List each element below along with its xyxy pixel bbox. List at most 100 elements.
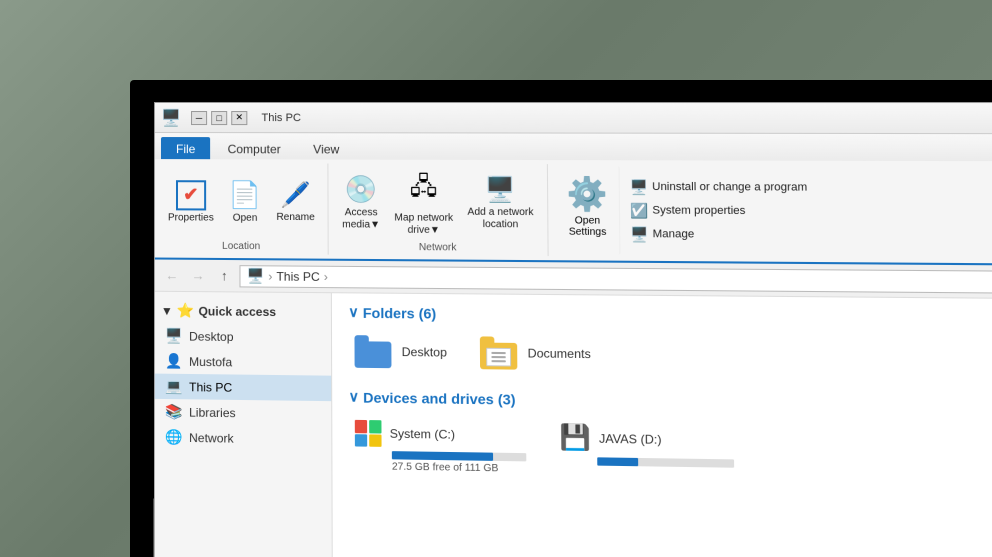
chevron-icon: ▼ bbox=[161, 303, 173, 317]
close-button[interactable]: ✕ bbox=[231, 111, 247, 125]
add-network-location-label: Add a networklocation bbox=[467, 207, 533, 232]
sidebar-item-mustofa[interactable]: 👤 Mustofa bbox=[155, 348, 331, 375]
drives-grid: System (C:) 27.5 GB free of 111 GB 💾 bbox=[349, 416, 992, 487]
monitor-frame: 🖥️ ─ □ ✕ This PC File Computer View bbox=[130, 80, 992, 557]
documents-folder-name: Documents bbox=[528, 346, 591, 361]
windows-logo-icon bbox=[355, 420, 382, 447]
javas-d-header: 💾 JAVAS (D:) bbox=[559, 423, 734, 456]
libraries-icon: 📚 bbox=[165, 403, 183, 420]
quick-access-label: Quick access bbox=[198, 304, 276, 319]
add-network-location-icon: 🖥️ bbox=[485, 175, 516, 205]
title-bar: 🖥️ ─ □ ✕ This PC bbox=[155, 103, 992, 134]
up-button[interactable]: ↑ bbox=[213, 264, 235, 286]
system-c-bar-container bbox=[392, 451, 526, 461]
folders-section-header: ∨ Folders (6) bbox=[348, 304, 992, 328]
drives-section-header: ∨ Devices and drives (3) bbox=[349, 388, 992, 414]
documents-folder-icon bbox=[480, 336, 520, 369]
address-path: This PC bbox=[276, 269, 319, 284]
network-label: Network bbox=[189, 430, 234, 445]
desktop-folder-item[interactable]: Desktop bbox=[348, 331, 453, 373]
rename-label: Rename bbox=[276, 212, 314, 224]
network-buttons: 💿 Accessmedia▼ 🖧 Map networkdrive▼ 🖥️ Ad… bbox=[337, 166, 539, 241]
properties-label: Properties bbox=[168, 212, 214, 224]
window-wrapper: 🖥️ ─ □ ✕ This PC File Computer View bbox=[144, 92, 992, 557]
javas-d-name: JAVAS (D:) bbox=[599, 431, 662, 446]
add-network-location-button[interactable]: 🖥️ Add a networklocation bbox=[462, 172, 539, 235]
mustofa-label: Mustofa bbox=[189, 354, 232, 369]
back-button[interactable]: ← bbox=[161, 264, 183, 286]
access-media-icon: 💿 bbox=[344, 174, 377, 206]
tab-file[interactable]: File bbox=[161, 137, 211, 159]
uninstall-icon: 🖥️ bbox=[630, 178, 648, 195]
star-icon: ⭐ bbox=[177, 302, 195, 319]
folders-title: Folders (6) bbox=[363, 304, 436, 321]
system-c-info: 27.5 GB free of 111 GB bbox=[392, 461, 527, 474]
documents-folder-item[interactable]: Documents bbox=[474, 332, 598, 374]
explorer-window: 🖥️ ─ □ ✕ This PC File Computer View bbox=[154, 102, 992, 557]
open-icon: 📄 bbox=[229, 179, 262, 210]
map-network-drive-button[interactable]: 🖧 Map networkdrive▼ bbox=[389, 166, 458, 240]
desktop-label: Desktop bbox=[189, 329, 233, 344]
location-buttons: ✔ Properties 📄 Open 🖊️ Rename bbox=[163, 165, 320, 239]
ribbon-tabs: File Computer View bbox=[155, 133, 992, 161]
content-area: ∨ Folders (6) Desktop bbox=[332, 293, 992, 557]
uninstall-label: Uninstall or change a program bbox=[652, 181, 807, 194]
access-media-button[interactable]: 💿 Accessmedia▼ bbox=[337, 171, 385, 235]
system-properties-button[interactable]: ☑️ System properties bbox=[626, 200, 812, 222]
sidebar-item-libraries[interactable]: 📚 Libraries bbox=[155, 399, 331, 427]
ribbon: ✔ Properties 📄 Open 🖊️ Rename bbox=[155, 159, 992, 265]
tab-computer[interactable]: Computer bbox=[212, 137, 295, 159]
main-area: ▼ ⭐ Quick access 🖥️ Desktop 👤 Mustofa 💻 bbox=[155, 292, 992, 557]
system-properties-icon: ☑️ bbox=[630, 202, 648, 220]
sidebar-item-this-pc[interactable]: 💻 This PC bbox=[155, 374, 331, 402]
address-box[interactable]: 🖥️ › This PC › bbox=[239, 265, 992, 294]
access-media-label: Accessmedia▼ bbox=[342, 207, 380, 232]
title-bar-buttons: ─ □ ✕ bbox=[191, 111, 247, 125]
sidebar-item-network[interactable]: 🌐 Network bbox=[155, 424, 332, 452]
tab-view[interactable]: View bbox=[298, 137, 355, 159]
folders-chevron: ∨ bbox=[348, 304, 359, 321]
minimize-button[interactable]: ─ bbox=[191, 111, 207, 125]
manage-button[interactable]: 🖥️ Manage bbox=[626, 223, 812, 246]
system-c-bar bbox=[392, 451, 493, 461]
manage-label: Manage bbox=[653, 228, 695, 241]
open-label: Open bbox=[233, 213, 258, 225]
sidebar: ▼ ⭐ Quick access 🖥️ Desktop 👤 Mustofa 💻 bbox=[155, 292, 333, 557]
title-text: This PC bbox=[261, 112, 301, 124]
folders-grid: Desktop bbox=[348, 331, 992, 380]
system-c-drive[interactable]: System (C:) 27.5 GB free of 111 GB bbox=[349, 416, 533, 479]
javas-d-drive[interactable]: 💾 JAVAS (D:) bbox=[553, 418, 741, 482]
uninstall-button[interactable]: 🖥️ Uninstall or change a program bbox=[625, 176, 811, 198]
maximize-button[interactable]: □ bbox=[211, 111, 227, 125]
quick-access-header[interactable]: ▼ ⭐ Quick access bbox=[155, 298, 331, 325]
desktop-sidebar-icon: 🖥️ bbox=[165, 327, 183, 344]
sidebar-item-desktop[interactable]: 🖥️ Desktop bbox=[155, 323, 331, 350]
network-group-label: Network bbox=[419, 242, 457, 253]
properties-icon: ✔ bbox=[176, 180, 206, 210]
javas-d-bar bbox=[597, 457, 638, 466]
system-properties-label: System properties bbox=[652, 204, 745, 217]
user-icon: 👤 bbox=[165, 352, 183, 369]
drives-title: Devices and drives (3) bbox=[363, 389, 516, 407]
forward-button[interactable]: → bbox=[187, 264, 209, 286]
ribbon-group-location: ✔ Properties 📄 Open 🖊️ Rename bbox=[155, 163, 329, 255]
libraries-label: Libraries bbox=[189, 405, 236, 420]
this-pc-label: This PC bbox=[189, 380, 232, 395]
this-pc-icon: 💻 bbox=[165, 378, 183, 395]
open-button[interactable]: 📄 Open bbox=[223, 176, 267, 228]
manage-icon: 🖥️ bbox=[630, 225, 648, 243]
location-group-label: Location bbox=[222, 241, 260, 252]
drive-icon: 💾 bbox=[559, 423, 590, 453]
rename-button[interactable]: 🖊️ Rename bbox=[271, 177, 320, 227]
ribbon-group-system: ⚙️ OpenSettings 🖥️ Uninstall or change a… bbox=[548, 164, 828, 258]
pc-icon: 🖥️ bbox=[247, 267, 265, 284]
drives-chevron: ∨ bbox=[349, 388, 360, 405]
system-c-header: System (C:) bbox=[355, 420, 526, 449]
open-settings-label: OpenSettings bbox=[569, 215, 607, 238]
system-sub-buttons: 🖥️ Uninstall or change a program ☑️ Syst… bbox=[619, 166, 819, 255]
javas-d-bar-container bbox=[597, 457, 734, 467]
properties-button[interactable]: ✔ Properties bbox=[163, 177, 219, 228]
open-settings-button[interactable]: ⚙️ OpenSettings bbox=[556, 166, 620, 254]
title-bar-icon: 🖥️ bbox=[163, 110, 179, 126]
desktop-folder-name: Desktop bbox=[402, 345, 447, 360]
